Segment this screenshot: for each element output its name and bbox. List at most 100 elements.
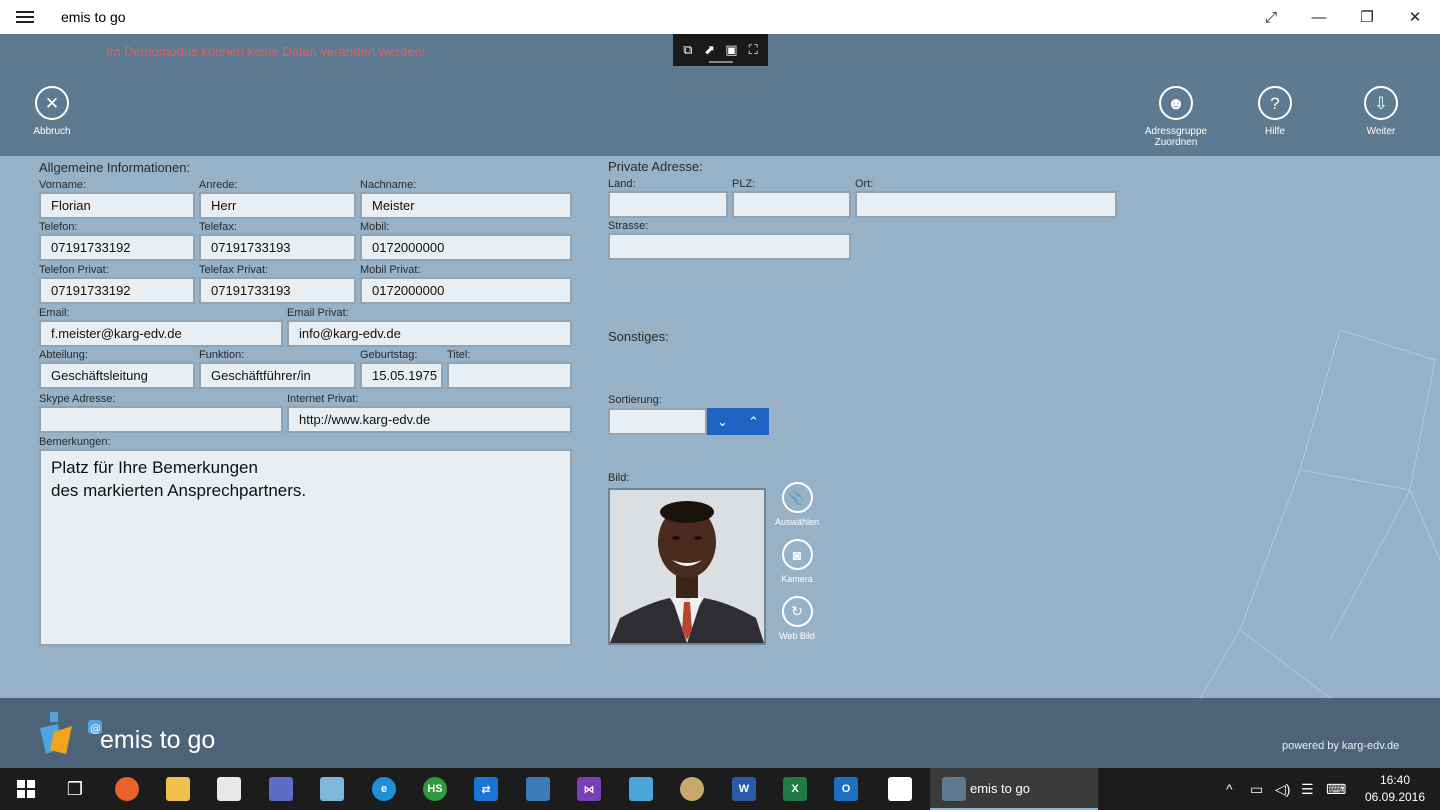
firefox-icon [115,777,139,801]
next-label: Weiter [1366,126,1396,137]
app-icon [888,777,912,801]
cancel-button[interactable]: ✕ Abbruch [7,86,97,137]
remarks-textarea[interactable]: Platz für Ihre Bemerkungen des markierte… [39,449,572,646]
minimize-button[interactable]: — [1296,0,1342,34]
taskbar-active-emis[interactable]: emis to go [930,768,1098,810]
action-center-icon[interactable]: ☰ [1301,781,1314,798]
private-fax-field[interactable]: 07191733193 [199,277,356,304]
private-web-field[interactable]: http://www.karg-edv.de [287,406,572,433]
fax-field[interactable]: 07191733193 [199,234,356,261]
network-icon [526,777,550,801]
taskbar-firefox[interactable] [103,768,151,810]
remote-desktop-icon [629,777,653,801]
skype-field[interactable] [39,406,283,433]
close-button[interactable]: ✕ [1392,0,1438,34]
taskbar-hs[interactable]: HS [411,768,459,810]
emis-logo-icon: @ [40,712,102,754]
help-button[interactable]: ? Hilfe [1230,86,1320,137]
contact-photo [608,488,766,645]
taskbar-visual-studio[interactable]: ⋈ [565,768,613,810]
last-name-field[interactable]: Meister [360,192,572,219]
save-arrow-icon: ⇩ [1364,86,1398,120]
taskbar-word[interactable]: W [720,768,768,810]
taskbar-explorer[interactable] [154,768,202,810]
email-field[interactable]: f.meister@karg-edv.de [39,320,283,347]
birthday-field[interactable]: 15.05.1975 [360,362,443,389]
system-clock[interactable]: 16:40 06.09.2016 [1360,772,1430,806]
taskbar-network[interactable] [514,768,562,810]
first-name-label: Vorname: [39,179,87,191]
taskbar-paint[interactable] [668,768,716,810]
salutation-field[interactable]: Herr [199,192,356,219]
hamburger-menu-icon[interactable] [14,8,36,26]
start-button[interactable] [2,768,50,810]
footer-brand: emis to go [100,726,216,754]
function-label: Funktion: [199,349,245,361]
camera-button[interactable]: ◙ Kamera [770,539,824,584]
app-footer: @ emis to go powered by karg-edv.de [0,698,1440,768]
capture-icon[interactable]: ⧉ [679,42,697,58]
help-label: Hilfe [1264,126,1285,137]
paperclip-icon: 📎 [781,482,813,513]
excel-icon: X [783,777,807,801]
hs-icon: HS [423,777,447,801]
visual-studio-icon: ⋈ [577,777,601,801]
country-field[interactable] [608,191,728,218]
tray-overflow-icon[interactable]: ^ [1226,781,1233,797]
people-group-icon: ☻ [1159,86,1193,120]
camera-icon: ◙ [781,539,813,570]
drag-grip[interactable] [709,61,733,63]
first-name-field[interactable]: Florian [39,192,195,219]
taskbar-remote[interactable] [617,768,665,810]
windows-taskbar: ❐ e HS ⇄ ⋈ W X O emis to go ^ ▭ ◁) ☰ ⌨ 1… [0,768,1440,810]
sort-field[interactable] [608,408,707,435]
private-email-label: Email Privat: [287,307,349,319]
web-image-button[interactable]: ↻ Web Bild [770,596,824,641]
taskbar-excel[interactable]: X [771,768,819,810]
taskbar-ie[interactable]: e [360,768,408,810]
taskbar-save-app[interactable] [257,768,305,810]
department-label: Abteilung: [39,349,88,361]
volume-icon[interactable]: ◁) [1275,781,1290,798]
city-field[interactable] [855,191,1117,218]
windows-logo-icon [17,780,35,798]
title-label: Titel: [447,349,471,361]
function-field[interactable]: Geschäftführer/in [199,362,356,389]
phone-field[interactable]: 07191733192 [39,234,195,261]
department-field[interactable]: Geschäftsleitung [39,362,195,389]
taskbar-outlook[interactable]: O [822,768,870,810]
select-image-button[interactable]: 📎 Auswählen [770,482,824,527]
private-email-field[interactable]: info@karg-edv.de [287,320,572,347]
task-view-button[interactable]: ❐ [51,768,99,810]
assign-address-group-button[interactable]: ☻ Adressgruppe Zuordnen [1131,86,1221,148]
taskbar-store[interactable] [205,768,253,810]
private-mobile-field[interactable]: 0172000000 [360,277,572,304]
frame-icon[interactable]: ▣ [722,42,740,58]
sort-up-button[interactable]: ⌃ [738,408,769,435]
network-tray-icon[interactable]: ▭ [1250,781,1263,798]
taskbar-teamviewer[interactable]: ⇄ [462,768,510,810]
city-label: Ort: [855,178,874,190]
taskbar-notes[interactable] [308,768,356,810]
taskbar-app[interactable] [876,768,924,810]
region-icon[interactable]: ⛶ [744,42,762,58]
restore-button[interactable]: ❐ [1344,0,1390,34]
command-bar: Im Demomodus können keine Daten veränder… [0,34,1440,156]
private-phone-field[interactable]: 07191733192 [39,277,195,304]
teamviewer-icon: ⇄ [474,777,498,801]
keyboard-icon[interactable]: ⌨ [1326,781,1346,798]
private-phone-label: Telefon Privat: [39,264,109,276]
pointer-icon[interactable]: ⬈ [701,42,719,58]
internet-explorer-icon: e [372,777,396,801]
web-image-label: Web Bild [779,631,815,641]
expand-icon[interactable]: ⤢ [1248,0,1294,34]
mobile-field[interactable]: 0172000000 [360,234,572,261]
country-label: Land: [608,178,636,190]
title-field[interactable] [447,362,572,389]
street-field[interactable] [608,233,851,260]
zip-field[interactable] [732,191,851,218]
active-task-label: emis to go [970,781,1030,796]
folder-icon [166,777,190,801]
sort-down-button[interactable]: ⌄ [707,408,738,435]
next-button[interactable]: ⇩ Weiter [1336,86,1426,137]
